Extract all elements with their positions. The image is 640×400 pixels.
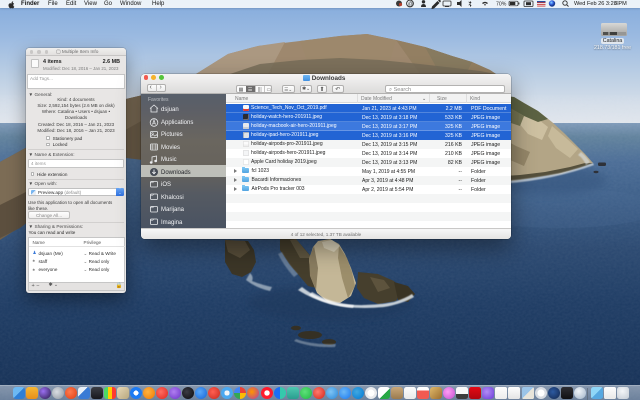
svg-text:@: @ [408,2,413,8]
svg-text:70%: 70% [496,2,507,8]
